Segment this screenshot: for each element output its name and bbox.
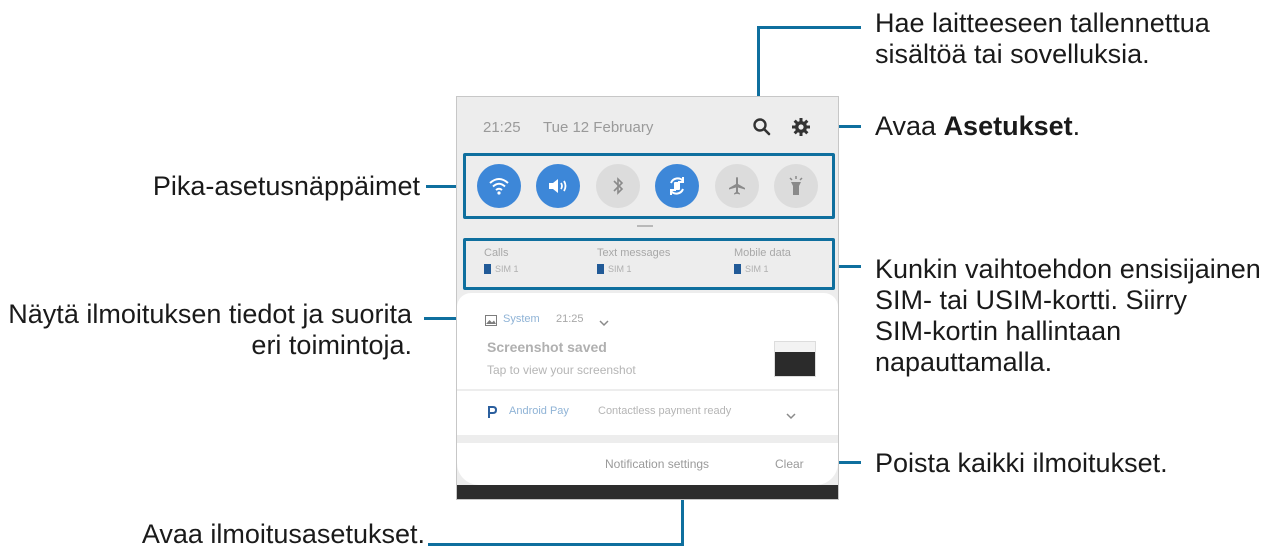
auto-rotate-icon (670, 177, 684, 195)
sim-selector[interactable]: Calls SIM 1 Text messages SIM 1 Mobile d… (463, 238, 835, 290)
notification-panel: 21:25 Tue 12 February Calls SIM 1 Text m… (456, 96, 839, 500)
sim-card-icon (484, 264, 491, 274)
auto-rotate-toggle[interactable] (655, 164, 699, 208)
leader-notification-settings-h (428, 543, 684, 546)
callout-settings-bold: Asetukset (943, 111, 1073, 141)
callout-notification-line1: Näytä ilmoituksen tiedot ja suorita (8, 299, 412, 329)
search-icon[interactable] (752, 117, 772, 142)
airplane-icon (729, 177, 745, 195)
chevron-down-icon[interactable] (786, 407, 796, 425)
wifi-icon (489, 178, 509, 195)
notification-title: Screenshot saved (487, 339, 607, 355)
airplane-toggle[interactable] (715, 164, 759, 208)
sim-card-icon (597, 264, 604, 274)
callout-notification: Näytä ilmoituksen tiedot ja suorita eri … (0, 299, 412, 361)
sim-option-label: Text messages (597, 247, 671, 259)
callout-search-line2: sisältöä tai sovelluksia. (875, 39, 1150, 69)
notification-actions-bar: Notification settings Clear (457, 443, 838, 485)
callout-settings: Avaa Asetukset. (875, 111, 1080, 142)
flashlight-icon (789, 176, 803, 195)
sim-option-label: Mobile data (734, 247, 791, 259)
flashlight-toggle[interactable] (774, 164, 818, 208)
sound-toggle[interactable] (536, 164, 580, 208)
quick-settings-panel (463, 153, 835, 219)
clear-button[interactable]: Clear (775, 457, 804, 471)
callout-sim-line2: SIM- tai USIM-kortti. Siirry (875, 285, 1188, 315)
sim-option-value: SIM 1 (608, 264, 632, 274)
chevron-down-icon[interactable] (599, 314, 609, 332)
callout-search: Hae laitteeseen tallennettua sisältöä ta… (875, 8, 1210, 70)
notification-app-name: Android Pay (509, 405, 569, 417)
callout-clear-all: Poista kaikki ilmoitukset. (875, 448, 1168, 478)
callout-sim-line3: SIM-kortin hallintaan (875, 316, 1122, 346)
callout-sim-line1: Kunkin vaihtoehdon ensisijainen (875, 254, 1261, 284)
callout-sim-line4: napauttamalla. (875, 347, 1053, 377)
gear-icon[interactable] (791, 117, 811, 142)
bluetooth-toggle[interactable] (596, 164, 640, 208)
notification-text: Tap to view your screenshot (487, 363, 636, 377)
sim-option-value: SIM 1 (495, 264, 519, 274)
sim-option-calls[interactable]: Calls SIM 1 (484, 247, 519, 274)
sim-card-icon (734, 264, 741, 274)
sim-option-value: SIM 1 (745, 264, 769, 274)
sound-icon (549, 179, 567, 193)
sim-option-mobile-data[interactable]: Mobile data SIM 1 (734, 247, 791, 274)
wifi-toggle[interactable] (477, 164, 521, 208)
callout-quick-settings: Pika-asetusnäppäimet (152, 171, 420, 201)
notification-item[interactable]: System 21:25 Screenshot saved Tap to vie… (457, 293, 838, 389)
notification-text: Contactless payment ready (598, 405, 732, 417)
callout-search-line1: Hae laitteeseen tallennettua (875, 8, 1210, 38)
sim-option-text-messages[interactable]: Text messages SIM 1 (597, 247, 670, 274)
callout-notification-line2: eri toimintoja. (251, 330, 412, 360)
callout-settings-suffix: . (1072, 111, 1081, 141)
notification-settings-button[interactable]: Notification settings (605, 457, 709, 471)
status-time: 21:25 (483, 119, 521, 136)
notification-app-name: System (503, 313, 540, 325)
notification-time: 21:25 (556, 313, 584, 325)
bluetooth-icon (613, 177, 624, 195)
leader-search-h (757, 26, 861, 29)
panel-drag-handle[interactable] (637, 225, 653, 227)
callout-settings-prefix: Avaa (875, 111, 944, 141)
pay-icon (487, 405, 498, 423)
screenshot-thumbnail[interactable] (774, 341, 816, 377)
image-icon (485, 313, 497, 331)
callout-sim: Kunkin vaihtoehdon ensisijainen SIM- tai… (875, 254, 1261, 378)
sim-option-label: Calls (484, 247, 509, 259)
notification-item-2[interactable]: Android Pay Contactless payment ready (457, 391, 838, 435)
callout-notification-settings: Avaa ilmoitusasetukset. (141, 519, 425, 549)
status-date: Tue 12 February (543, 119, 654, 136)
navigation-bar (457, 485, 838, 499)
